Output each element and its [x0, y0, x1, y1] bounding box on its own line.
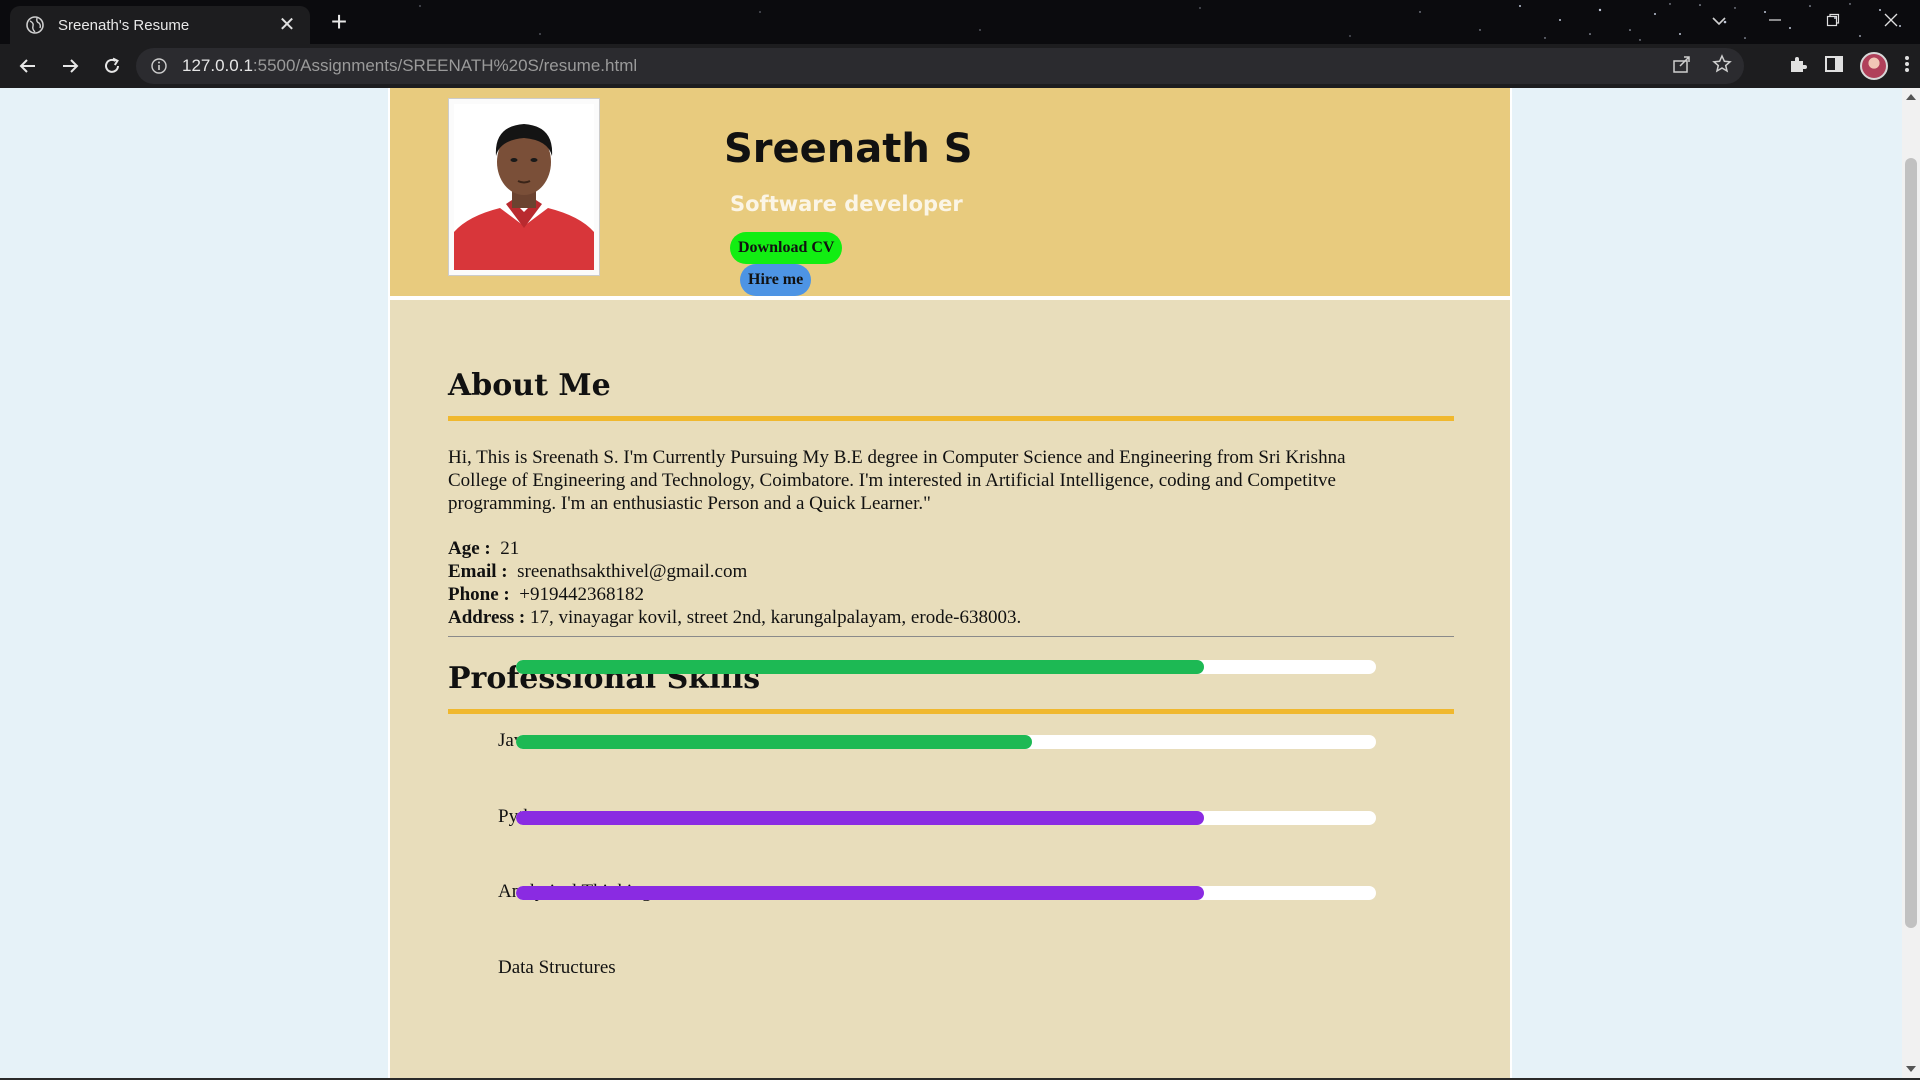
profile-photo	[448, 98, 600, 276]
url-text: 127.0.0.1:5500/Assignments/SREENATH%20S/…	[182, 56, 637, 76]
tab-title: Sreenath's Resume	[58, 16, 190, 34]
menu-kebab-icon[interactable]	[1904, 54, 1910, 79]
resume-header: Sreenath S Software developer Download C…	[390, 88, 1510, 296]
about-heading: About Me	[448, 368, 611, 403]
phone-label: Phone :	[448, 584, 510, 605]
scroll-down-arrow-icon[interactable]	[1906, 1066, 1916, 1072]
email-label: Email :	[448, 561, 508, 582]
skill-bar-analytical-thinking	[516, 811, 1376, 825]
extensions-puzzle-icon[interactable]	[1788, 54, 1808, 79]
resume-container: Sreenath S Software developer Download C…	[388, 88, 1512, 1078]
globe-icon	[24, 14, 46, 36]
section-divider	[448, 636, 1454, 637]
profile-name: Sreenath S	[724, 126, 973, 172]
skill-bar-fill	[516, 660, 1204, 674]
browser-tab[interactable]: Sreenath's Resume ✕	[10, 6, 310, 44]
profile-avatar[interactable]	[1860, 52, 1888, 80]
address-bar[interactable]: 127.0.0.1:5500/Assignments/SREENATH%20S/…	[136, 48, 1744, 84]
resume-content: About Me Hi, This is Sreenath S. I'm Cur…	[390, 300, 1510, 1078]
skills-heading-underline	[448, 709, 1454, 714]
scrollbar-thumb[interactable]	[1905, 158, 1917, 928]
hire-me-button[interactable]: Hire me	[740, 264, 812, 296]
skill-bar-fill	[516, 735, 1032, 749]
age-label: Age :	[448, 538, 491, 559]
tab-search-chevron-icon[interactable]	[1706, 8, 1732, 34]
skill-bar-java	[516, 660, 1376, 674]
skill-bar-python	[516, 735, 1376, 749]
contact-info: Age : 21 Email : sreenathsakthivel@gmail…	[448, 537, 1021, 629]
scroll-up-arrow-icon[interactable]	[1906, 94, 1916, 100]
age-value: 21	[500, 538, 520, 559]
new-tab-button[interactable]: +	[324, 8, 354, 38]
omnibox-actions	[1672, 48, 1732, 84]
about-heading-underline	[448, 416, 1454, 421]
phone-row: Phone : +919442368182	[448, 583, 1021, 606]
address-label: Address :	[448, 607, 526, 628]
skill-label-data-structures: Data Structures	[498, 957, 616, 978]
address-value: 17, vinayagar kovil, street 2nd, karunga…	[530, 607, 1022, 628]
share-icon[interactable]	[1672, 54, 1692, 79]
side-panel-icon[interactable]	[1824, 54, 1844, 79]
bookmark-star-icon[interactable]	[1712, 53, 1732, 79]
url-path: :5500/Assignments/SREENATH%20S/resume.ht…	[252, 56, 638, 75]
about-paragraph: Hi, This is Sreenath S. I'm Currently Pu…	[448, 447, 1346, 514]
email-value: sreenathsakthivel@gmail.com	[517, 561, 748, 582]
email-row: Email : sreenathsakthivel@gmail.com	[448, 560, 1021, 583]
skill-bar-fill	[516, 886, 1204, 900]
skill-bar-fill	[516, 811, 1204, 825]
page-viewport: Sreenath S Software developer Download C…	[0, 88, 1902, 1078]
url-host: 127.0.0.1	[182, 56, 253, 75]
address-row: Address : 17, vinayagar kovil, street 2n…	[448, 606, 1021, 629]
minimize-icon[interactable]	[1746, 0, 1804, 40]
phone-value: +919442368182	[519, 584, 644, 605]
window-controls	[1746, 0, 1920, 40]
browser-titlebar: Sreenath's Resume ✕ +	[0, 0, 1920, 44]
toolbar-actions	[1788, 44, 1910, 88]
page-scrollbar[interactable]	[1902, 88, 1920, 1078]
restore-icon[interactable]	[1804, 0, 1862, 40]
forward-arrow-icon[interactable]	[50, 48, 90, 84]
download-cv-button[interactable]: Download CV	[730, 232, 843, 264]
browser-toolbar: 127.0.0.1:5500/Assignments/SREENATH%20S/…	[0, 44, 1920, 88]
reload-icon[interactable]	[92, 48, 132, 84]
back-arrow-icon[interactable]	[8, 48, 48, 84]
close-tab-icon[interactable]: ✕	[276, 14, 298, 36]
close-window-icon[interactable]	[1862, 0, 1920, 40]
age-row: Age : 21	[448, 537, 1021, 560]
profile-role: Software developer	[730, 192, 963, 216]
site-info-icon[interactable]	[150, 57, 168, 75]
skill-bar-data-structures	[516, 886, 1376, 900]
